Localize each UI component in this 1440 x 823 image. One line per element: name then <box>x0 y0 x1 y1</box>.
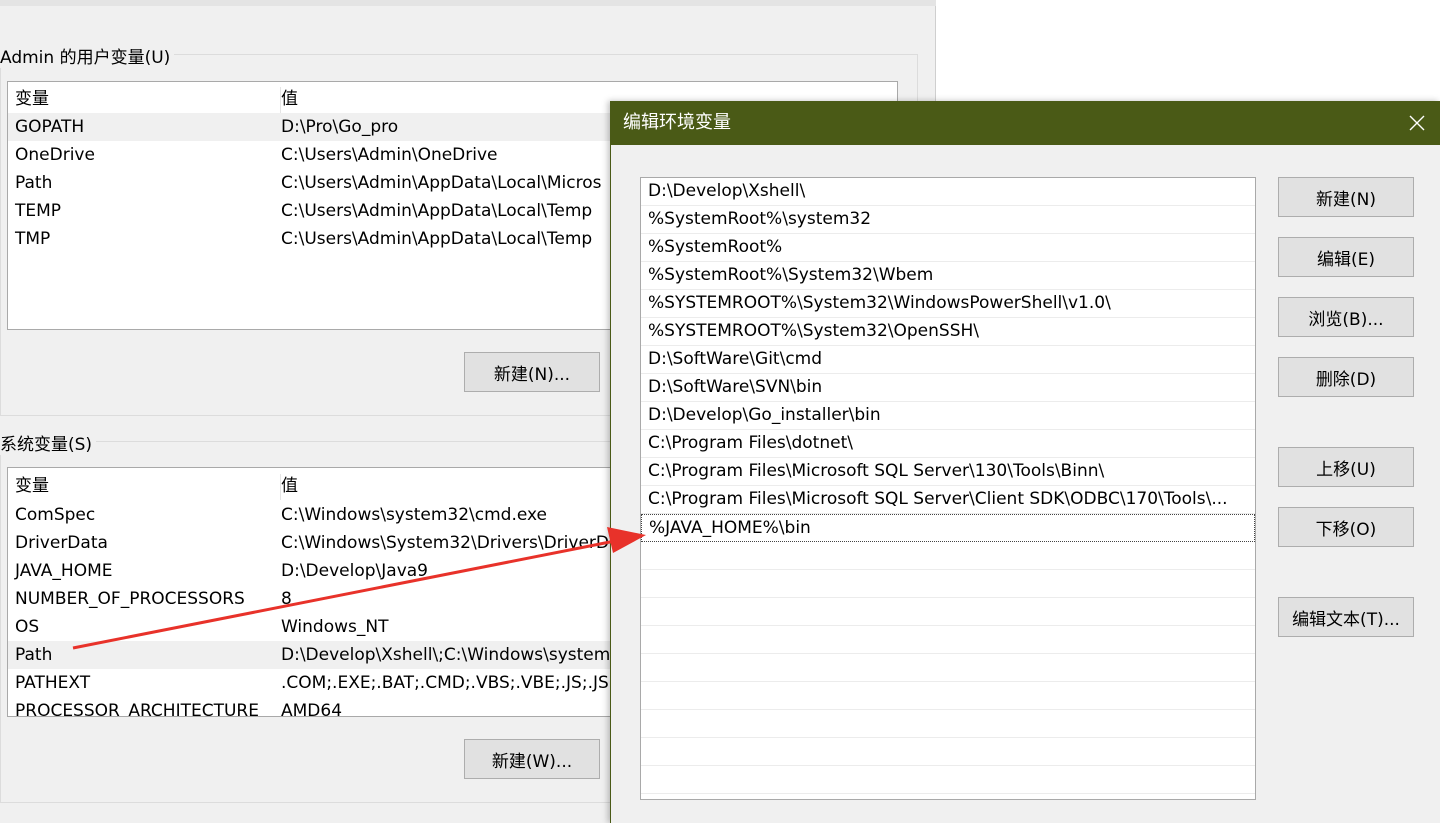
list-item[interactable]: C:\Program Files\dotnet\ <box>641 430 1255 458</box>
empty-list-row[interactable] <box>641 682 1255 710</box>
variable-value: C:\Windows\system32\cmd.exe <box>281 505 548 525</box>
variable-value: D:\Develop\Xshell\;C:\Windows\system <box>281 645 611 665</box>
variable-name: PROCESSOR_ARCHITECTURE <box>15 701 259 717</box>
list-item[interactable]: C:\Program Files\Microsoft SQL Server\Cl… <box>641 486 1255 514</box>
header-value[interactable]: 值 <box>281 472 298 500</box>
new-button[interactable]: 新建(N) <box>1278 177 1414 217</box>
move-up-button[interactable]: 上移(U) <box>1278 447 1414 487</box>
variable-name: TEMP <box>15 201 62 221</box>
list-item[interactable]: D:\Develop\Xshell\ <box>641 178 1255 206</box>
variable-name: NUMBER_OF_PROCESSORS <box>15 589 245 609</box>
variable-name: GOPATH <box>15 117 85 137</box>
system-new-button[interactable]: 新建(W)... <box>464 739 600 779</box>
list-item[interactable]: D:\SoftWare\SVN\bin <box>641 374 1255 402</box>
list-item[interactable]: D:\Develop\Go_installer\bin <box>641 402 1255 430</box>
header-variable[interactable]: 变量 <box>15 85 49 113</box>
list-item[interactable]: %SystemRoot% <box>641 234 1255 262</box>
list-item[interactable]: %SystemRoot%\System32\Wbem <box>641 262 1255 290</box>
user-new-button[interactable]: 新建(N)... <box>464 352 600 392</box>
list-item[interactable]: D:\SoftWare\Git\cmd <box>641 346 1255 374</box>
edit-environment-variable-dialog: 编辑环境变量 D:\Develop\Xshell\ %SystemRoot%\s… <box>610 101 1440 823</box>
variable-value: C:\Users\Admin\AppData\Local\Temp <box>281 229 593 249</box>
variable-name: Path <box>15 173 53 193</box>
list-item[interactable]: %SYSTEMROOT%\System32\WindowsPowerShell\… <box>641 290 1255 318</box>
variable-name: Path <box>15 645 53 665</box>
list-item[interactable]: %SYSTEMROOT%\System32\OpenSSH\ <box>641 318 1255 346</box>
empty-list-row[interactable] <box>641 598 1255 626</box>
empty-list-row[interactable] <box>641 766 1255 794</box>
variable-value: C:\Users\Admin\OneDrive <box>281 145 498 165</box>
variable-name: JAVA_HOME <box>15 561 113 581</box>
empty-list-row[interactable] <box>641 738 1255 766</box>
variable-value: .COM;.EXE;.BAT;.CMD;.VBS;.VBE;.JS;.JSE; <box>281 673 626 693</box>
dialog-title: 编辑环境变量 <box>623 112 731 133</box>
delete-button[interactable]: 删除(D) <box>1278 357 1414 397</box>
window-top-edge <box>0 0 936 6</box>
variable-name: ComSpec <box>15 505 96 525</box>
variable-value: 8 <box>281 589 292 609</box>
empty-list-row[interactable] <box>641 626 1255 654</box>
variable-value: C:\Users\Admin\AppData\Local\Temp <box>281 201 593 221</box>
edit-button[interactable]: 编辑(E) <box>1278 237 1414 277</box>
variable-name: TMP <box>15 229 51 249</box>
empty-list-row[interactable] <box>641 654 1255 682</box>
variable-value: D:\Pro\Go_pro <box>281 117 399 137</box>
variable-name: OS <box>15 617 40 637</box>
list-item[interactable]: C:\Program Files\Microsoft SQL Server\13… <box>641 458 1255 486</box>
system-variables-label: 系统变量(S) <box>0 430 97 455</box>
browse-button[interactable]: 浏览(B)... <box>1278 297 1414 337</box>
variable-value: D:\Develop\Java9 <box>281 561 428 581</box>
close-icon <box>1409 115 1425 131</box>
path-entries-list[interactable]: D:\Develop\Xshell\ %SystemRoot%\system32… <box>640 177 1256 800</box>
variable-value: AMD64 <box>281 701 343 717</box>
variable-name: OneDrive <box>15 145 95 165</box>
variable-value: C:\Users\Admin\AppData\Local\Micros <box>281 173 602 193</box>
variable-value: Windows_NT <box>281 617 389 637</box>
list-item-selected[interactable]: %JAVA_HOME%\bin <box>641 514 1255 542</box>
list-item[interactable]: %SystemRoot%\system32 <box>641 206 1255 234</box>
empty-list-row[interactable] <box>641 570 1255 598</box>
header-value[interactable]: 值 <box>281 85 298 113</box>
variable-name: DriverData <box>15 533 108 553</box>
edit-text-button[interactable]: 编辑文本(T)... <box>1278 597 1414 637</box>
user-variables-label: Admin 的用户变量(U) <box>0 43 175 68</box>
empty-list-row[interactable] <box>641 542 1255 570</box>
variable-name: PATHEXT <box>15 673 91 693</box>
dialog-titlebar[interactable]: 编辑环境变量 <box>611 101 1440 145</box>
move-down-button[interactable]: 下移(O) <box>1278 507 1414 547</box>
close-button[interactable] <box>1394 101 1440 145</box>
empty-list-row[interactable] <box>641 710 1255 738</box>
variable-value: C:\Windows\System32\Drivers\DriverD <box>281 533 609 553</box>
header-variable[interactable]: 变量 <box>15 472 49 500</box>
